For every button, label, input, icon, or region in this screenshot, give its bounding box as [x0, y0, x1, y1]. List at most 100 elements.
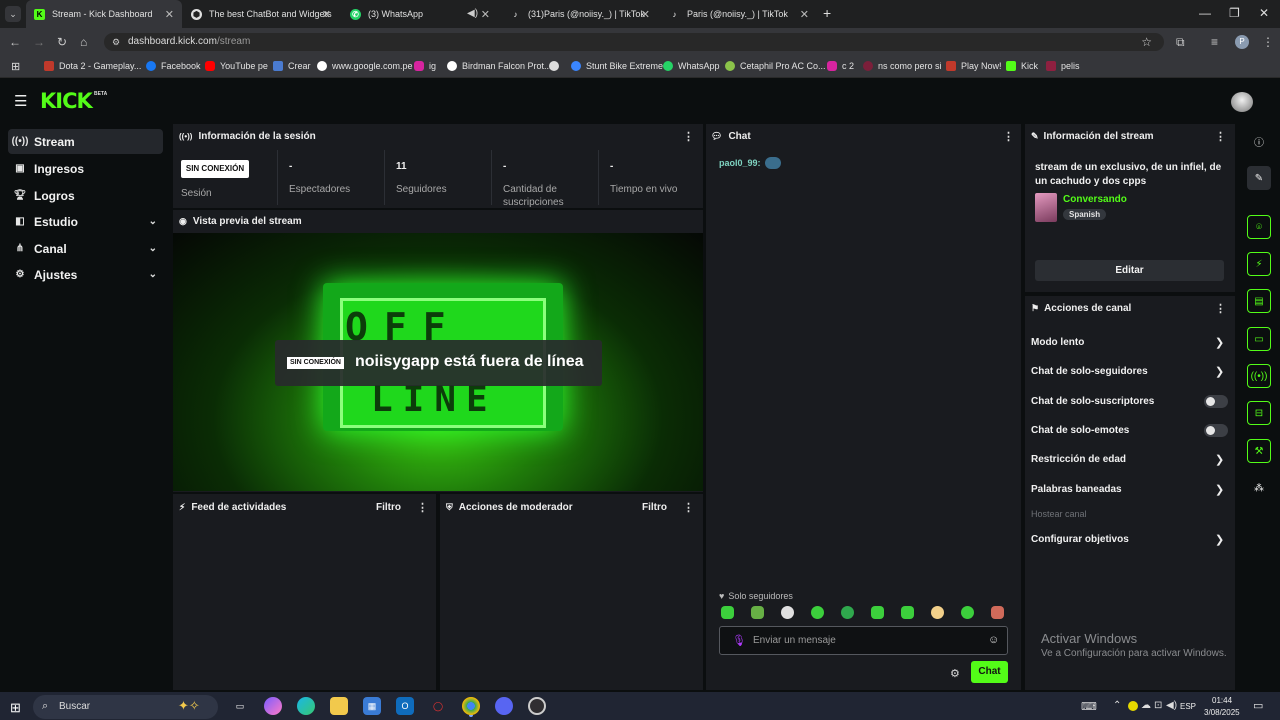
copilot-icon[interactable] — [264, 697, 282, 715]
clock-time[interactable]: 01:44 — [1212, 696, 1232, 705]
bookmark-facebook[interactable]: Facebook — [146, 61, 201, 71]
browser-tab-tiktok-2[interactable]: ♪ Paris (@noiisy._) | TikTok ✕ — [661, 0, 817, 28]
info-icon[interactable]: ⓘ — [1247, 129, 1271, 153]
edit-stream-button[interactable]: Editar — [1035, 260, 1224, 281]
windows-start-icon[interactable]: ⊞ — [10, 700, 21, 716]
opera-icon[interactable]: ◯ — [429, 697, 447, 715]
notifications-icon[interactable]: ▭ — [1253, 699, 1263, 712]
sidebar-item-canal[interactable]: ⋔ Canal ⌄ — [8, 236, 163, 261]
chevron-right-icon[interactable]: ❯ — [1215, 336, 1224, 349]
bookmark-kick[interactable]: Kick — [1006, 61, 1038, 71]
subscribers-only-toggle[interactable] — [1204, 395, 1228, 408]
sidebar-item-estudio[interactable]: ◧ Estudio ⌄ — [8, 209, 163, 234]
chevron-right-icon[interactable]: ❯ — [1215, 483, 1224, 496]
chevron-right-icon[interactable]: ❯ — [1215, 533, 1224, 546]
bookmark-star-icon[interactable]: ☆ — [1141, 33, 1152, 51]
tab-list-button[interactable]: ⌄ — [5, 6, 21, 22]
chevron-right-icon[interactable]: ❯ — [1215, 365, 1224, 378]
microphone-icon[interactable]: 🎙︎ — [732, 634, 746, 647]
chat-input[interactable]: 🎙︎ Enviar un mensaje ☺ — [719, 626, 1008, 655]
more-options-icon[interactable]: ⋮ — [683, 501, 694, 514]
discord-icon[interactable] — [495, 697, 513, 715]
more-options-icon[interactable]: ⋮ — [1215, 302, 1226, 315]
emote-icon[interactable] — [961, 606, 974, 619]
browser-tab-tiktok-1[interactable]: ♪ (31)Paris (@noiisy._) | TikTok ✕ — [502, 0, 658, 28]
sidebar-item-ajustes[interactable]: ⚙ Ajustes ⌄ — [8, 262, 163, 287]
action-banned-words[interactable]: Palabras baneadas — [1031, 484, 1122, 495]
category-thumbnail[interactable] — [1035, 193, 1057, 222]
hamburger-menu-icon[interactable]: ☰ — [14, 92, 27, 110]
action-configure-goals[interactable]: Configurar objetivos — [1031, 534, 1129, 545]
close-tab-icon[interactable]: ✕ — [800, 8, 809, 21]
browser-tab-chatbot[interactable]: ⬢ The best ChatBot and Widgets ✕ — [183, 0, 339, 28]
clock-date[interactable]: 3/08/2025 — [1204, 708, 1240, 717]
clipboard-icon[interactable]: ▤ — [1247, 289, 1271, 313]
more-options-icon[interactable]: ⋮ — [1215, 130, 1226, 143]
close-window-icon[interactable]: ✕ — [1259, 6, 1269, 20]
extensions-icon[interactable]: ⧉ — [1176, 35, 1185, 50]
layout-icon[interactable]: ⊟ — [1247, 401, 1271, 425]
show-hidden-icons[interactable]: ⌨ — [1081, 700, 1097, 713]
emote-icon[interactable] — [811, 606, 824, 619]
apps-grid-icon[interactable]: ⊞ — [11, 60, 20, 73]
bookmark-stunt-bike[interactable]: Stunt Bike Extreme — [571, 61, 663, 71]
forward-icon[interactable]: → — [33, 35, 45, 49]
site-info-icon[interactable]: ⚙ — [112, 33, 120, 51]
chat-username[interactable]: paol0_99: — [719, 158, 761, 168]
mod-filter-button[interactable]: Filtro — [642, 502, 667, 513]
chat-send-button[interactable]: Chat — [971, 661, 1008, 683]
bookmark-pelis[interactable]: pelis — [1046, 61, 1080, 71]
minimize-icon[interactable]: — — [1199, 6, 1211, 20]
cloud-icon[interactable]: ☁ — [1141, 700, 1151, 711]
restore-icon[interactable]: ❐ — [1229, 6, 1240, 20]
tray-app-icon[interactable] — [1128, 701, 1138, 711]
action-followers-only-chat[interactable]: Chat de solo-seguidores — [1031, 366, 1148, 377]
bookmark-globe[interactable] — [549, 61, 564, 71]
sidebar-item-stream[interactable]: ((•)) Stream — [8, 129, 163, 154]
kick-logo[interactable]: KICK — [40, 89, 93, 113]
chat-icon[interactable]: ▭ — [1247, 327, 1271, 351]
close-tab-icon[interactable]: ✕ — [322, 8, 331, 21]
chevron-up-icon[interactable]: ⌃ — [1113, 700, 1121, 711]
bookmark-play-now[interactable]: Play Now! — [946, 61, 1002, 71]
address-bar[interactable]: ⚙ dashboard.kick.com/stream ☆ — [104, 33, 1164, 51]
sidebar-item-logros[interactable]: 🏆︎ Logros — [8, 183, 163, 208]
browser-tab-whatsapp[interactable]: ✆ (3) WhatsApp ◀) ✕ — [342, 0, 498, 28]
close-tab-icon[interactable]: ✕ — [165, 8, 174, 21]
input-language[interactable]: ESP — [1180, 702, 1196, 711]
profile-avatar[interactable]: P — [1235, 35, 1249, 49]
bookmark-ns-como[interactable]: ns como pero si — [863, 61, 942, 71]
nodes-icon[interactable]: ⁂ — [1247, 476, 1271, 500]
bookmark-cetaphil[interactable]: Cetaphil Pro AC Co... — [725, 61, 826, 71]
emote-icon[interactable] — [871, 606, 884, 619]
file-explorer-icon[interactable] — [330, 697, 348, 715]
taskbar-search[interactable]: ⌕ Buscar ✦✧ — [33, 695, 218, 719]
bookmark-whatsapp[interactable]: WhatsApp — [663, 61, 720, 71]
chrome-icon[interactable] — [462, 697, 480, 715]
reload-icon[interactable]: ↻ — [57, 35, 67, 49]
emoji-icon[interactable]: ☺ — [988, 634, 999, 646]
speaker-icon[interactable]: ◀) — [467, 8, 478, 19]
emote-icon[interactable] — [721, 606, 734, 619]
emote-icon[interactable] — [751, 606, 764, 619]
bookmark-youtube[interactable]: YouTube pe — [205, 61, 268, 71]
emotes-only-toggle[interactable] — [1204, 424, 1228, 437]
broadcast-icon[interactable]: ((•)) — [1247, 364, 1271, 388]
chat-settings-icon[interactable]: ⚙ — [950, 667, 960, 680]
bookmark-crear[interactable]: Crear — [273, 61, 311, 71]
close-tab-icon[interactable]: ✕ — [641, 8, 650, 21]
emote-icon[interactable] — [991, 606, 1004, 619]
sidebar-item-ingresos[interactable]: ▣ Ingresos — [8, 156, 163, 181]
task-view-icon[interactable]: ▭ — [231, 697, 249, 715]
more-options-icon[interactable]: ⋮ — [417, 501, 428, 514]
network-icon[interactable]: ⊡ — [1154, 700, 1162, 711]
bookmark-google[interactable]: www.google.com.pe — [317, 61, 413, 71]
bookmark-ig[interactable]: ig — [414, 61, 436, 71]
obs-icon[interactable] — [528, 697, 546, 715]
activity-filter-button[interactable]: Filtro — [376, 502, 401, 513]
bookmark-birdman[interactable]: Birdman Falcon Prot... — [447, 61, 552, 71]
emote-icon[interactable] — [781, 606, 794, 619]
volume-icon[interactable]: ◀) — [1166, 700, 1177, 711]
category-name[interactable]: Conversando — [1063, 194, 1127, 205]
new-tab-button[interactable]: + — [823, 5, 831, 21]
